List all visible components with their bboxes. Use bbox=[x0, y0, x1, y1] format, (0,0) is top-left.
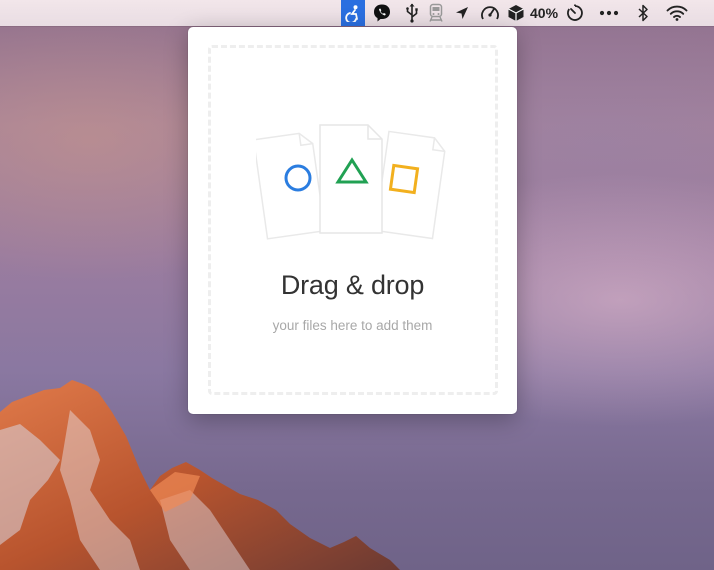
drop-subtitle: your files here to add them bbox=[272, 318, 433, 333]
more-icon[interactable] bbox=[597, 0, 621, 26]
accessibility-app-icon[interactable] bbox=[341, 0, 365, 26]
train-icon[interactable] bbox=[425, 0, 447, 26]
upload-popover: Drag & drop your files here to add them bbox=[188, 27, 517, 414]
wifi-icon[interactable] bbox=[664, 0, 690, 26]
timer-icon[interactable] bbox=[564, 0, 586, 26]
location-arrow-icon[interactable] bbox=[452, 0, 472, 26]
files-illustration bbox=[256, 124, 446, 240]
battery-percentage[interactable]: 40% bbox=[530, 4, 558, 22]
file-circle-icon bbox=[256, 132, 326, 240]
usb-icon[interactable] bbox=[402, 0, 422, 26]
viber-icon[interactable] bbox=[369, 0, 395, 26]
drop-title: Drag & drop bbox=[280, 270, 425, 300]
file-triangle-icon bbox=[319, 124, 383, 234]
file-square-icon bbox=[374, 130, 446, 240]
package-icon[interactable] bbox=[505, 0, 527, 26]
menu-bar: 40% bbox=[0, 0, 714, 26]
bluetooth-icon[interactable] bbox=[634, 0, 652, 26]
speedometer-icon[interactable] bbox=[478, 0, 502, 26]
